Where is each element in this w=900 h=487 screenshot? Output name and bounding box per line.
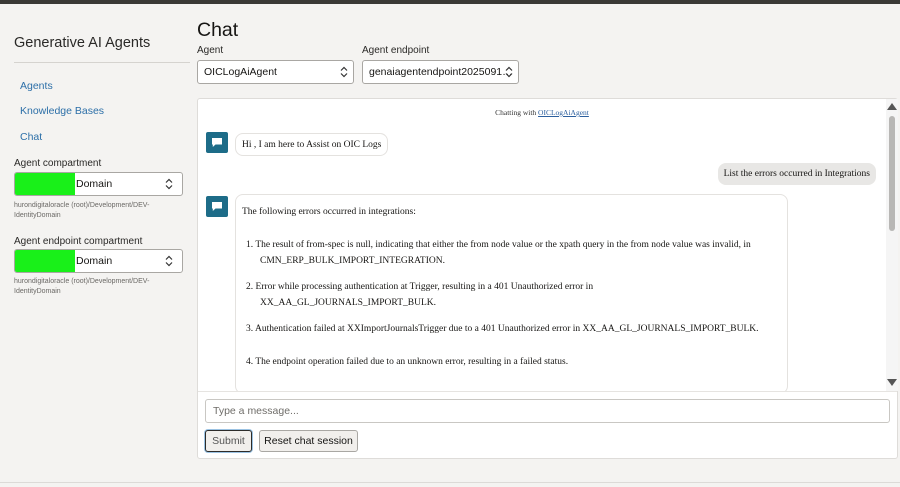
endpoint-select[interactable]: genaiagentendpoint2025091… [362,60,519,84]
agent-select[interactable]: OICLogAiAgent [197,60,354,84]
agent-avatar [206,132,228,153]
agent-response: The following errors occurred in integra… [235,194,788,391]
chevron-up-down-icon [340,66,348,78]
chat-bubble-icon [212,138,222,147]
scroll-down-arrow-icon[interactable] [887,379,897,386]
endpoint-compartment-value: Domain [76,255,113,267]
endpoint-label: Agent endpoint [362,45,430,56]
agent-label: Agent [197,45,224,56]
page-title: Chat [197,19,239,41]
scroll-up-arrow-icon[interactable] [887,103,897,110]
chat-history[interactable]: Chatting with OICLogAiAgent Hi , I am he… [198,99,899,391]
app-title: Generative AI Agents [14,35,151,51]
greeting-text: Hi , I am here to Assist on OIC Logs [242,139,382,150]
chat-scrollbar[interactable] [886,99,898,391]
response-item-continuation: CMN_ERP_BULK_IMPORT_INTEGRATION. [260,256,445,266]
chatting-with-header: Chatting with OICLogAiAgent [198,108,886,117]
response-item: 4. The endpoint operation failed due to … [242,354,781,371]
chatting-with-agent-link[interactable]: OICLogAiAgent [538,108,589,117]
response-item-line: 2. Error while processing authentication… [246,281,594,292]
submit-button[interactable]: Submit [205,430,252,452]
response-item: 3. Authentication failed at XXImportJour… [242,321,781,338]
response-item-line: 1. The result of from-spec is null, indi… [246,239,751,250]
sidebar-divider [14,62,190,63]
agent-message: Hi , I am here to Assist on OIC Logs [235,133,389,156]
endpoint-compartment-select[interactable]: Domain [14,249,183,273]
chevron-up-down-icon [505,66,513,78]
response-item-line: 4. The endpoint operation failed due to … [246,357,569,367]
chat-bubble-icon [212,202,222,211]
response-item-continuation: XX_AA_GL_JOURNALS_IMPORT_BULK. [260,298,436,308]
sidebar-item-knowledge-bases[interactable]: Knowledge Bases [20,105,104,117]
user-message-text: List the errors occurred in Integrations [723,169,870,179]
endpoint-select-value: genaiagentendpoint2025091… [369,66,513,78]
redaction-block [15,173,75,195]
chatting-with-prefix: Chatting with [495,108,539,117]
endpoint-compartment-path: hurondigitaloracle (root)/Development/DE… [14,278,150,295]
agent-compartment-label: Agent compartment [14,158,102,169]
chevron-up-down-icon [165,255,173,267]
response-item-line: 3. Authentication failed at XXImportJour… [246,323,759,334]
endpoint-compartment-label: Agent endpoint compartment [14,236,143,247]
response-item: 1. The result of from-spec is null, indi… [242,237,781,270]
response-item: 2. Error while processing authentication… [242,279,781,312]
agent-compartment-path: hurondigitaloracle (root)/Development/DE… [14,202,150,219]
redaction-block [15,250,75,272]
agent-compartment-select[interactable]: Domain [14,172,183,196]
agent-avatar [206,196,228,217]
sidebar: Generative AI Agents Agents Knowledge Ba… [0,4,190,482]
sidebar-item-agents[interactable]: Agents [20,80,53,92]
page-bottom-divider [0,482,900,483]
sidebar-item-chat[interactable]: Chat [20,131,42,143]
reset-chat-button[interactable]: Reset chat session [259,430,358,452]
scrollbar-thumb[interactable] [889,116,895,231]
chevron-up-down-icon [165,178,173,190]
agent-select-value: OICLogAiAgent [204,66,277,78]
composer-divider [198,391,897,392]
agent-compartment-value: Domain [76,178,113,190]
response-intro: The following errors occurred in integra… [242,207,416,217]
user-message: List the errors occurred in Integrations [717,163,876,185]
message-input[interactable] [205,399,890,423]
chat-panel: Chatting with OICLogAiAgent Hi , I am he… [197,98,898,459]
